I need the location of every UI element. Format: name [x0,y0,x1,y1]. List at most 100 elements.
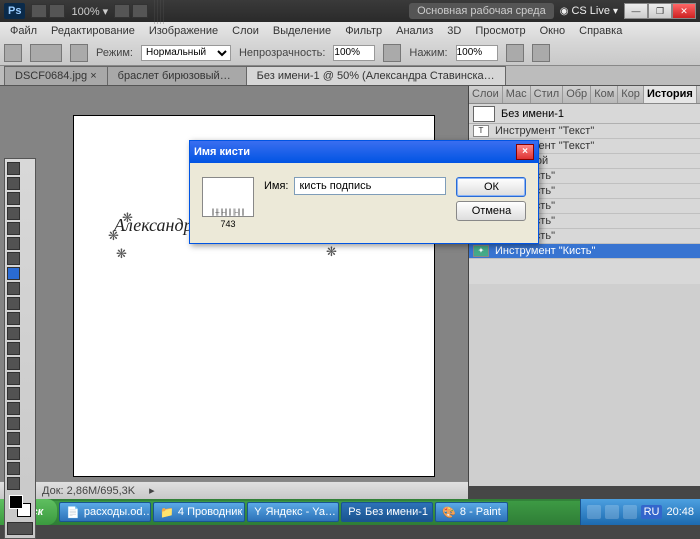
snapshot-thumb-icon [473,106,495,122]
panel-tab[interactable]: Обр [563,86,591,103]
brush-panel-toggle-icon[interactable] [70,44,88,62]
color-swatches[interactable] [9,495,31,517]
system-tray: RU 20:48 [580,499,700,525]
titlebar-grip [154,0,164,24]
flow-label: Нажим: [409,47,447,59]
panel-tab[interactable]: Стил [531,86,564,103]
doc-tab[interactable]: браслет бирюзовый2.jpg × [107,66,247,85]
zoom-tool-icon[interactable] [132,4,148,18]
maximize-button[interactable]: ❐ [648,3,672,19]
current-tool-icon[interactable] [4,44,22,62]
tray-icon[interactable] [623,505,637,519]
workspace-switcher[interactable]: Основная рабочая среда [409,3,554,19]
tablet-pressure-icon[interactable] [532,44,550,62]
path-tool[interactable] [7,402,20,415]
3d-tool[interactable] [7,432,20,445]
cancel-button[interactable]: Отмена [456,201,526,221]
panel-tab[interactable]: Кор [618,86,644,103]
zoom-tool[interactable] [7,477,20,490]
menu-file[interactable]: Файл [4,24,43,38]
dialog-titlebar[interactable]: Имя кисти × [190,141,538,163]
menu-help[interactable]: Справка [573,24,628,38]
tool-options-bar: Режим: Нормальный Непрозрачность: Нажим: [0,40,700,66]
opacity-pressure-icon[interactable] [383,44,401,62]
history-item[interactable]: TИнструмент "Текст" [469,124,700,139]
pen-tool[interactable] [7,372,20,385]
lasso-tool[interactable] [7,192,20,205]
gradient-tool[interactable] [7,327,20,340]
snapshot-label: Без имени-1 [501,108,564,120]
panel-tab[interactable]: Мас [503,86,531,103]
ok-button[interactable]: ОК [456,177,526,197]
move-tool[interactable] [7,162,20,175]
marquee-tool[interactable] [7,177,20,190]
status-menu-icon[interactable]: ▸ [149,484,155,497]
doc-size[interactable]: Док: 2,86M/695,3K [42,485,135,497]
brush-tool[interactable] [7,267,20,280]
eyedropper-tool[interactable] [7,237,20,250]
panel-tab-history[interactable]: История [644,86,697,103]
taskbar-item[interactable]: 📄расходы.od… [59,502,151,522]
3d-camera-tool[interactable] [7,447,20,460]
bridge-icon[interactable] [31,4,47,18]
brush-name-input[interactable] [294,177,446,195]
brush-preset-picker[interactable] [30,44,62,62]
tray-icon[interactable] [587,505,601,519]
close-button[interactable]: ✕ [672,3,696,19]
snowflake-icon: ❋ [116,246,127,262]
wand-tool[interactable] [7,207,20,220]
zoom-display[interactable]: 100% ▾ [71,5,108,18]
menu-view[interactable]: Просмотр [469,24,531,38]
brush-size-label: 743 [202,219,254,229]
menu-edit[interactable]: Редактирование [45,24,141,38]
quickmask-toggle[interactable] [7,522,33,535]
opacity-input[interactable] [333,45,375,61]
history-snapshot[interactable]: Без имени-1 [469,104,700,124]
cslive-button[interactable]: ◉ CS Live ▾ [560,5,618,17]
minibridge-icon[interactable] [49,4,65,18]
doc-tab-active[interactable]: Без имени-1 @ 50% (Александра Ставинская… [246,66,506,85]
snowflake-icon: ❋ [122,210,133,226]
crop-tool[interactable] [7,222,20,235]
menu-image[interactable]: Изображение [143,24,224,38]
doc-tab[interactable]: DSCF0684.jpg × [4,66,108,85]
stamp-tool[interactable] [7,282,20,295]
eraser-tool[interactable] [7,312,20,325]
tray-icon[interactable] [605,505,619,519]
minimize-button[interactable]: — [624,3,648,19]
menu-window[interactable]: Окно [534,24,572,38]
dialog-close-button[interactable]: × [516,144,534,160]
taskbar-item[interactable]: 🎨8 - Paint [435,502,508,522]
type-tool[interactable] [7,387,20,400]
hand-tool-icon[interactable] [114,4,130,18]
clock[interactable]: 20:48 [666,506,694,518]
tab-close-icon[interactable]: × [90,70,96,82]
toolbox[interactable] [4,158,36,539]
airbrush-icon[interactable] [506,44,524,62]
taskbar-item[interactable]: 📁4 Проводник [153,502,245,522]
menu-analysis[interactable]: Анализ [390,24,439,38]
history-item-current[interactable]: ✦Инструмент "Кисть" [469,244,700,259]
blur-tool[interactable] [7,342,20,355]
foreground-swatch[interactable] [9,495,23,509]
shape-tool[interactable] [7,417,20,430]
menu-layer[interactable]: Слои [226,24,265,38]
opacity-label: Непрозрачность: [239,47,325,59]
panel-tab[interactable]: Слои [469,86,503,103]
menu-select[interactable]: Выделение [267,24,337,38]
history-brush-tool[interactable] [7,297,20,310]
taskbar-item-active[interactable]: PsБез имени-1 … [341,502,433,522]
language-indicator[interactable]: RU [641,505,663,519]
flow-input[interactable] [456,45,498,61]
windows-taskbar: ◑ пуск 📄расходы.od… 📁4 Проводник YЯндекс… [0,499,700,525]
taskbar-item[interactable]: YЯндекс - Ya… [247,502,339,522]
history-step-icon: ✦ [473,245,489,257]
menu-3d[interactable]: 3D [441,24,467,38]
menu-filter[interactable]: Фильтр [339,24,388,38]
dodge-tool[interactable] [7,357,20,370]
hand-tool[interactable] [7,462,20,475]
healing-tool[interactable] [7,252,20,265]
panel-tab[interactable]: Ком [591,86,618,103]
blend-mode-select[interactable]: Нормальный [141,45,231,61]
name-field-label: Имя: [264,180,288,192]
